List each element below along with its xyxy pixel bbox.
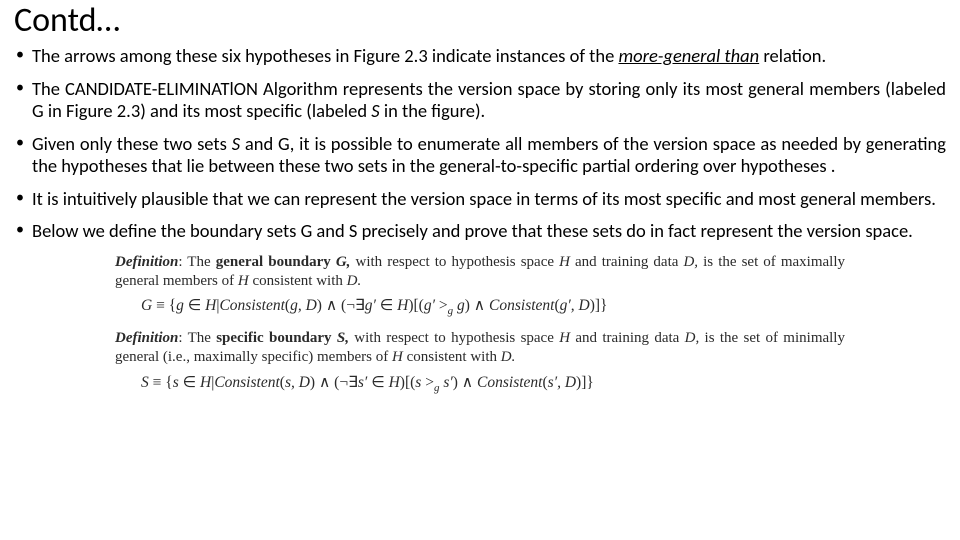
slide: Contd… The arrows among these six hypoth… — [0, 0, 960, 540]
bullet-2-text-a: The CANDIDATE-ELIMINATlON Algorithm repr… — [32, 77, 946, 123]
def-g-d: G, — [336, 254, 356, 270]
def-g-label: Definition — [115, 254, 178, 270]
def-s-h: D, — [685, 330, 705, 346]
def-g-b: : The — [178, 254, 215, 270]
def-s-k: consistent with — [407, 349, 501, 365]
def-s-g: and training data — [575, 330, 684, 346]
bullet-5: Below we define the boundary sets G and … — [14, 220, 946, 243]
def-g-j: H — [238, 273, 253, 289]
bullet-2: The CANDIDATE-ELIMINATlON Algorithm repr… — [14, 78, 946, 123]
bullet-2-ital: S — [371, 99, 384, 122]
def-s-c: specific boundary — [216, 330, 337, 346]
definition-s: Definition: The specific boundary S, wit… — [115, 329, 845, 367]
bullet-1-emph: more-general than — [618, 44, 759, 67]
def-s-f: H — [559, 330, 575, 346]
def-g-h: D, — [683, 254, 703, 270]
bullet-list: The arrows among these six hypotheses in… — [10, 45, 950, 243]
def-g-k: consistent with — [252, 273, 346, 289]
def-s-l: D. — [501, 349, 516, 365]
def-g-c: general boundary — [216, 254, 336, 270]
formula-s: S ≡ {s ∈ H|Consistent(s, D) ∧ (¬∃s′ ∈ H)… — [141, 373, 845, 396]
bullet-4: It is intuitively plausible that we can … — [14, 188, 946, 211]
bullet-3-text-a: Given only these two sets — [32, 132, 232, 155]
def-s-b: : The — [178, 330, 216, 346]
definitions-block: Definition: The general boundary G, with… — [115, 253, 845, 396]
def-s-j: H — [392, 349, 407, 365]
formula-g: G ≡ {g ∈ H|Consistent(g, D) ∧ (¬∃g′ ∈ H)… — [141, 296, 845, 319]
def-g-l: D. — [347, 273, 362, 289]
def-g-e: with respect to hypothesis space — [355, 254, 559, 270]
def-s-d: S, — [337, 330, 354, 346]
def-g-f: H — [559, 254, 575, 270]
bullet-1: The arrows among these six hypotheses in… — [14, 45, 946, 68]
bullet-1-text-c: relation. — [759, 44, 826, 67]
def-s-e: with respect to hypothesis space — [354, 330, 559, 346]
slide-title: Contd… — [14, 0, 950, 41]
bullet-1-text-a: The arrows among these six hypotheses in… — [32, 44, 618, 67]
def-s-label: Definition — [115, 330, 178, 346]
bullet-2-text-c: in the figure). — [384, 99, 485, 122]
definition-g: Definition: The general boundary G, with… — [115, 253, 845, 291]
bullet-3-ital: S — [232, 132, 245, 155]
bullet-3: Given only these two sets S and G, it is… — [14, 133, 946, 178]
def-g-g: and training data — [575, 254, 683, 270]
